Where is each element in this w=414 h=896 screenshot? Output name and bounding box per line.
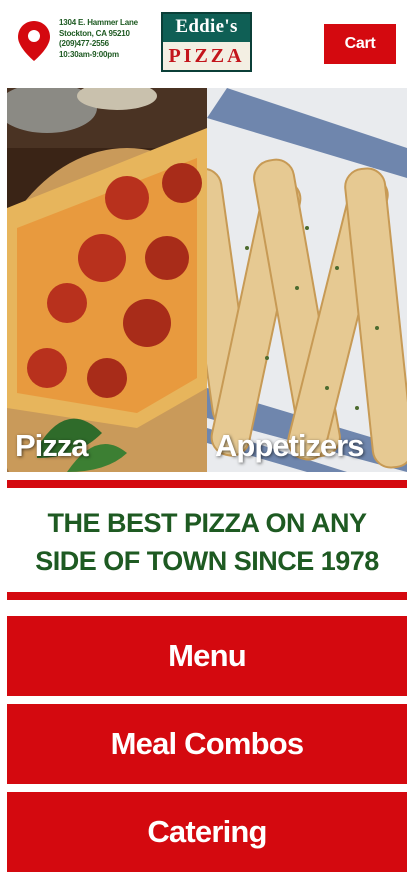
store-hours: 10:30am-9:00pm [59,49,119,59]
site-header: 1304 E. Hammer Lane Stockton, CA 95210 (… [0,0,414,88]
appetizers-tile[interactable]: Appetizers [207,88,407,472]
tagline-top-rule [7,480,407,488]
pizza-photo [7,88,207,472]
address-city: Stockton, CA 95210 [59,28,130,38]
eddies-pizza-logo[interactable]: Eddie's PIZZA [161,12,252,72]
map-pin-icon [18,21,50,61]
catering-button[interactable]: Catering [7,792,407,872]
pizza-tile-label: Pizza [15,428,89,463]
logo-word: PIZZA [168,45,245,67]
tagline-text: THE BEST PIZZA ON ANY SIDE OF TOWN SINCE… [35,508,379,576]
category-tiles: Pizza Appetizers [7,88,407,472]
pizza-tile[interactable]: Pizza [7,88,207,472]
appetizers-tile-label: Appetizers [215,428,364,463]
meal-combos-button[interactable]: Meal Combos [7,704,407,784]
logo-name: Eddie's [175,16,238,37]
phone-number[interactable]: (209)477-2556 [59,39,138,50]
cart-button[interactable]: Cart [324,24,396,64]
tagline-bottom-rule [7,592,407,600]
store-info: 1304 E. Hammer Lane Stockton, CA 95210 (… [59,18,138,60]
menu-button[interactable]: Menu [7,616,407,696]
breadsticks-photo [207,88,407,472]
address-street: 1304 E. Hammer Lane [59,18,138,27]
tagline: THE BEST PIZZA ON ANY SIDE OF TOWN SINCE… [7,492,407,592]
